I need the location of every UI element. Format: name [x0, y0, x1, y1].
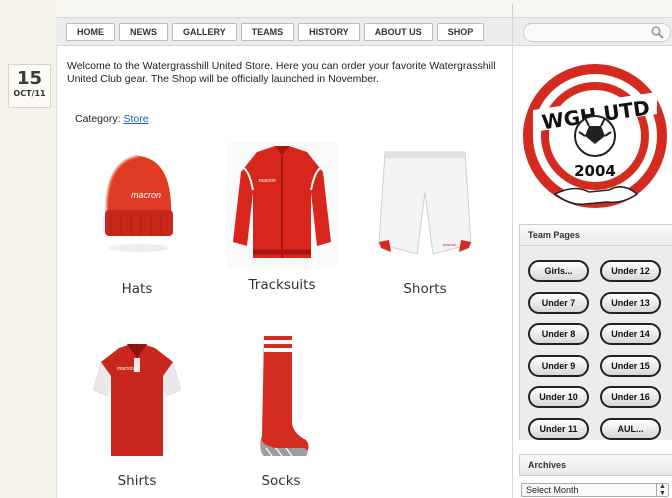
nav-gallery[interactable]: GALLERY	[172, 23, 237, 41]
post-category: Category: Store	[75, 113, 149, 125]
nav-home[interactable]: HOME	[66, 23, 115, 41]
date-day: 15	[16, 68, 43, 89]
top-strip	[56, 0, 672, 18]
nav-teams[interactable]: TEAMS	[240, 23, 295, 41]
main-content: Welcome to the Watergrasshill United Sto…	[56, 46, 512, 498]
team-btn-under-16[interactable]: Under 16	[600, 386, 661, 408]
shorts-image[interactable]: macron	[375, 144, 475, 268]
team-pages-title: Team Pages	[519, 224, 672, 246]
chevron-updown-icon[interactable]: ▲ ▼	[656, 483, 668, 497]
nav-news[interactable]: NEWS	[119, 23, 168, 41]
nav-bar: HOME NEWS GALLERY TEAMS HISTORY ABOUT US…	[56, 18, 512, 46]
hat-image[interactable]: macron	[87, 144, 187, 268]
team-btn-girls[interactable]: Girls...	[528, 260, 589, 282]
svg-text:macron: macron	[443, 242, 456, 247]
team-pages-panel: Girls... Under 12 Under 7 Under 13 Under…	[519, 246, 672, 440]
intro-text: Welcome to the Watergrasshill United Sto…	[67, 60, 496, 85]
category-label: Category:	[75, 113, 121, 125]
shirt-image[interactable]: macron	[87, 336, 187, 464]
svg-text:macron: macron	[259, 178, 276, 184]
product-name[interactable]: Socks	[223, 473, 339, 489]
team-btn-under-12[interactable]: Under 12	[600, 260, 661, 282]
crest-year: 2004	[574, 162, 616, 180]
product-name[interactable]: Shirts	[77, 473, 197, 489]
socks-image[interactable]	[246, 336, 316, 464]
archives-select-value: Select Month	[526, 485, 579, 495]
search-area	[512, 18, 672, 46]
team-btn-under-9[interactable]: Under 9	[528, 355, 589, 377]
svg-text:macron: macron	[131, 190, 161, 200]
team-btn-under-11[interactable]: Under 11	[528, 418, 589, 440]
archives-title: Archives	[519, 454, 672, 476]
date-month: OCT/11	[13, 89, 46, 98]
product-socks[interactable]: Socks	[223, 336, 339, 489]
archives-month-select[interactable]: Select Month ▲ ▼	[521, 483, 669, 497]
team-btn-under-14[interactable]: Under 14	[600, 323, 661, 345]
divider	[512, 4, 513, 18]
nav-shop[interactable]: SHOP	[436, 23, 485, 41]
team-btn-under-8[interactable]: Under 8	[528, 323, 589, 345]
post-date-badge: 15 OCT/11	[8, 64, 51, 108]
product-hats[interactable]: macron Hats	[77, 144, 197, 297]
product-name[interactable]: Shorts	[367, 281, 483, 297]
club-crest-logo: WGH UTD 2004	[523, 64, 667, 208]
category-link[interactable]: Store	[123, 113, 148, 125]
product-name[interactable]: Hats	[77, 281, 197, 297]
team-btn-aul[interactable]: AUL...	[600, 418, 661, 440]
team-btn-under-10[interactable]: Under 10	[528, 386, 589, 408]
product-tracksuits[interactable]: macron Tracksuits	[217, 142, 347, 293]
product-name[interactable]: Tracksuits	[217, 277, 347, 293]
team-btn-under-15[interactable]: Under 15	[600, 355, 661, 377]
team-btn-under-7[interactable]: Under 7	[528, 292, 589, 314]
search-input[interactable]	[523, 23, 671, 42]
product-shirts[interactable]: macron Shirts	[77, 336, 197, 489]
search-icon[interactable]	[651, 26, 664, 39]
sidebar: WGH UTD 2004 Team Pages Girls... Under 1…	[512, 46, 672, 498]
nav-history[interactable]: HISTORY	[298, 23, 360, 41]
nav-about-us[interactable]: ABOUT US	[363, 23, 433, 41]
tracksuit-image[interactable]: macron	[227, 142, 337, 268]
svg-text:macron: macron	[117, 366, 134, 372]
team-btn-under-13[interactable]: Under 13	[600, 292, 661, 314]
product-shorts[interactable]: macron Shorts	[367, 144, 483, 297]
main-nav: HOME NEWS GALLERY TEAMS HISTORY ABOUT US…	[66, 23, 485, 41]
